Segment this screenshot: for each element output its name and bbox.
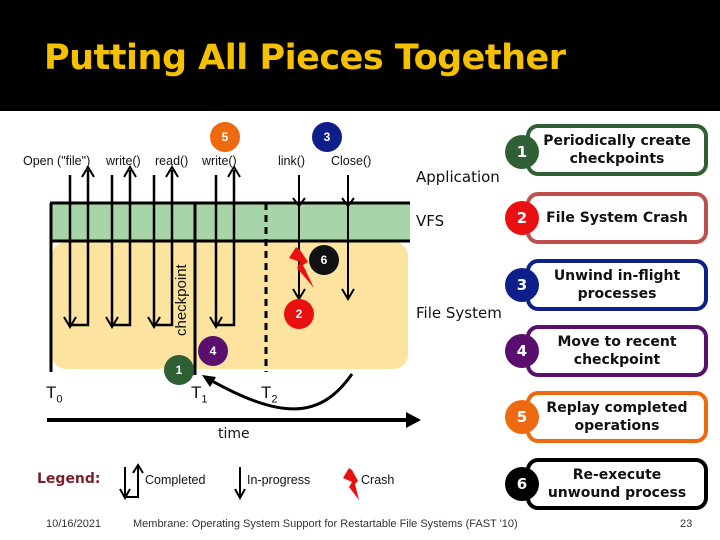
legend-title: Legend: bbox=[37, 471, 101, 487]
step-text-6: Re-execute unwound process bbox=[547, 467, 687, 501]
time-axis-arrowhead bbox=[406, 412, 421, 428]
step-number-5: 5 bbox=[505, 400, 539, 434]
rollback-arrow bbox=[204, 373, 354, 411]
call-label-write-2: write() bbox=[202, 154, 237, 168]
legend-crash-label: Crash bbox=[361, 473, 395, 487]
vfs-band bbox=[50, 203, 410, 241]
footer-date: 10/16/2021 bbox=[46, 518, 102, 530]
badge-step-4: 4 bbox=[198, 336, 228, 366]
call-label-write-1: write() bbox=[106, 154, 141, 168]
layer-label-application: Application bbox=[416, 168, 500, 186]
step-text-2: File System Crash bbox=[546, 210, 688, 226]
call-label-read: read() bbox=[155, 154, 189, 168]
time-marker-t0: T0 bbox=[46, 383, 63, 405]
time-axis-label: time bbox=[218, 426, 250, 442]
time-marker-t2: T2 bbox=[261, 383, 278, 405]
step-number-4: 4 bbox=[505, 334, 539, 368]
step-number-6: 6 bbox=[505, 467, 539, 501]
badge-step-1: 1 bbox=[164, 355, 194, 385]
call-label-close: Close() bbox=[331, 154, 372, 168]
step-box-3: Unwind in-flight processes bbox=[526, 259, 708, 311]
step-number-2: 2 bbox=[505, 201, 539, 235]
t1-base: T bbox=[191, 383, 202, 402]
step-box-5: Replay completed operations bbox=[526, 391, 708, 443]
step-text-4: Move to recent checkpoint bbox=[557, 334, 677, 368]
step-text-3: Unwind in-flight processes bbox=[553, 268, 681, 302]
t0-sub: 0 bbox=[56, 393, 63, 406]
legend-in-progress-label: In-progress bbox=[247, 473, 311, 487]
legend-completed-label: Completed bbox=[145, 473, 206, 487]
legend-crash-icon bbox=[343, 468, 359, 500]
footer-page-number: 23 bbox=[680, 518, 693, 530]
step-number-3: 3 bbox=[505, 268, 539, 302]
layer-label-file-system: File System bbox=[416, 304, 502, 322]
step-box-6: Re-execute unwound process bbox=[526, 458, 708, 510]
step-box-2: File System Crash bbox=[526, 192, 708, 244]
layer-label-vfs: VFS bbox=[416, 212, 445, 230]
t2-base: T bbox=[261, 383, 272, 402]
t2-sub: 2 bbox=[271, 393, 278, 406]
file-system-region bbox=[52, 242, 408, 369]
t1-sub: 1 bbox=[201, 393, 208, 406]
footer-citation: Membrane: Operating System Support for R… bbox=[133, 518, 518, 530]
badge-step-5: 5 bbox=[210, 122, 240, 152]
call-label-open: Open ("file") bbox=[23, 154, 91, 168]
legend-completed-icon bbox=[119, 463, 144, 501]
step-text-1: Periodically create checkpoints bbox=[543, 133, 691, 167]
badge-step-6: 6 bbox=[309, 245, 339, 275]
time-marker-t1: T1 bbox=[191, 383, 208, 405]
t0-base: T bbox=[46, 383, 57, 402]
step-box-4: Move to recent checkpoint bbox=[526, 325, 708, 377]
step-number-1: 1 bbox=[505, 135, 539, 169]
step-box-1: Periodically create checkpoints bbox=[526, 124, 708, 176]
call-label-link: link() bbox=[278, 154, 306, 168]
legend-in-progress-icon bbox=[234, 467, 246, 501]
checkpoint-label: checkpoint bbox=[173, 264, 190, 336]
badge-step-2: 2 bbox=[284, 299, 314, 329]
badge-step-3: 3 bbox=[312, 122, 342, 152]
step-text-5: Replay completed operations bbox=[546, 400, 688, 434]
